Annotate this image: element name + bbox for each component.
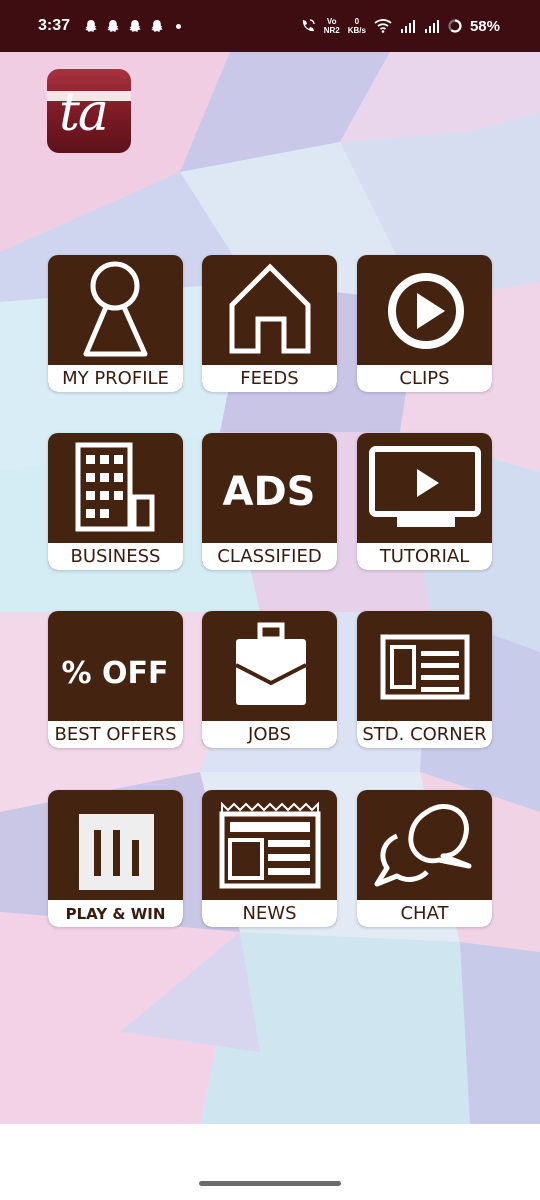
background-pattern [0, 52, 540, 1124]
clock: 3:37 [38, 17, 71, 34]
tile-play-and-win[interactable]: PLAY & WIN [48, 790, 183, 927]
battery-icon [448, 19, 462, 33]
tile-my-profile[interactable]: MY PROFILE [48, 255, 183, 392]
tile-label: NEWS [202, 900, 337, 927]
tile-label: JOBS [202, 721, 337, 748]
tile-feeds[interactable]: FEEDS [202, 255, 337, 392]
tile-jobs[interactable]: JOBS [202, 611, 337, 748]
wifi-calling-icon [302, 19, 315, 32]
play-circle-icon [388, 273, 464, 349]
home-gesture-bar[interactable] [199, 1181, 341, 1186]
chat-bubbles-icon [374, 804, 472, 887]
snapchat-notification-icon [85, 20, 97, 32]
battery-percentage: 58% [469, 17, 500, 35]
tile-classified[interactable]: ADS CLASSIFIED [202, 433, 337, 570]
signal-icon [400, 20, 415, 33]
volte-indicator: Vo NR2 [323, 17, 340, 35]
newspaper-icon [219, 801, 321, 889]
bar-chart-icon [79, 814, 154, 890]
home-icon [229, 263, 311, 354]
building-icon [75, 442, 155, 532]
tile-label: MY PROFILE [48, 365, 183, 392]
tile-label: TUTORIAL [357, 543, 492, 570]
tile-tutorial[interactable]: TUTORIAL [357, 433, 492, 570]
snapchat-notification-icon [151, 20, 163, 32]
percent-off-icon: % OFF [62, 656, 169, 691]
tile-clips[interactable]: CLIPS [357, 255, 492, 392]
tile-news[interactable]: NEWS [202, 790, 337, 927]
tile-best-offers[interactable]: % OFF BEST OFFERS [48, 611, 183, 748]
snapchat-notification-icon [107, 20, 119, 32]
signal-icon [424, 20, 439, 33]
tile-chat[interactable]: CHAT [357, 790, 492, 927]
tile-business[interactable]: BUSINESS [48, 433, 183, 570]
ads-icon: ADS [223, 469, 316, 515]
tile-std-corner[interactable]: STD. CORNER [357, 611, 492, 748]
person-icon [83, 261, 148, 357]
percent-off-icon-text: % OFF [62, 656, 169, 691]
id-card-icon [380, 634, 470, 700]
briefcase-icon [235, 622, 307, 705]
tile-label: PLAY & WIN [48, 900, 183, 927]
tile-label: CLIPS [357, 365, 492, 392]
tile-label: BUSINESS [48, 543, 183, 570]
ads-icon-text: ADS [223, 469, 316, 515]
app-logo: ta [47, 69, 131, 153]
navigation-bar [0, 1124, 540, 1200]
tile-label: STD. CORNER [357, 721, 492, 748]
wifi-icon [374, 19, 392, 33]
tile-label: FEEDS [202, 365, 337, 392]
network-speed: 0 KB/s [347, 17, 366, 35]
tile-label: BEST OFFERS [48, 721, 183, 748]
monitor-play-icon [369, 446, 481, 527]
logo-text: ta [59, 83, 109, 143]
tile-label: CLASSIFIED [202, 543, 337, 570]
snapchat-notification-icon [129, 20, 141, 32]
tile-label: CHAT [357, 900, 492, 927]
more-notifications-dot [176, 23, 182, 29]
status-bar: 3:37 Vo NR2 0 KB/s 58% [0, 0, 540, 52]
